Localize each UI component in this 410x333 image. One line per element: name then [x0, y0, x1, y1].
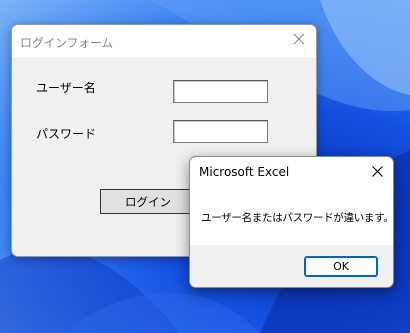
login-button-label: ログイン: [125, 194, 171, 209]
password-input[interactable]: [173, 120, 268, 143]
ok-button[interactable]: OK: [304, 256, 378, 277]
login-form-title: ログインフォーム: [20, 36, 113, 50]
login-form-titlebar: ログインフォーム: [12, 25, 316, 57]
username-input[interactable]: [173, 80, 268, 103]
password-label: パスワード: [36, 127, 97, 141]
excel-message-box: Microsoft Excel ユーザー名またはパスワードが違います。 OK: [189, 156, 394, 288]
username-label: ユーザー名: [36, 81, 96, 95]
close-icon[interactable]: [292, 32, 306, 46]
message-box-title: Microsoft Excel: [199, 165, 290, 179]
login-button[interactable]: ログイン: [100, 189, 196, 214]
close-icon[interactable]: [371, 165, 384, 178]
ok-button-label: OK: [333, 260, 349, 273]
error-message: ユーザー名またはパスワードが違います。: [201, 212, 394, 224]
